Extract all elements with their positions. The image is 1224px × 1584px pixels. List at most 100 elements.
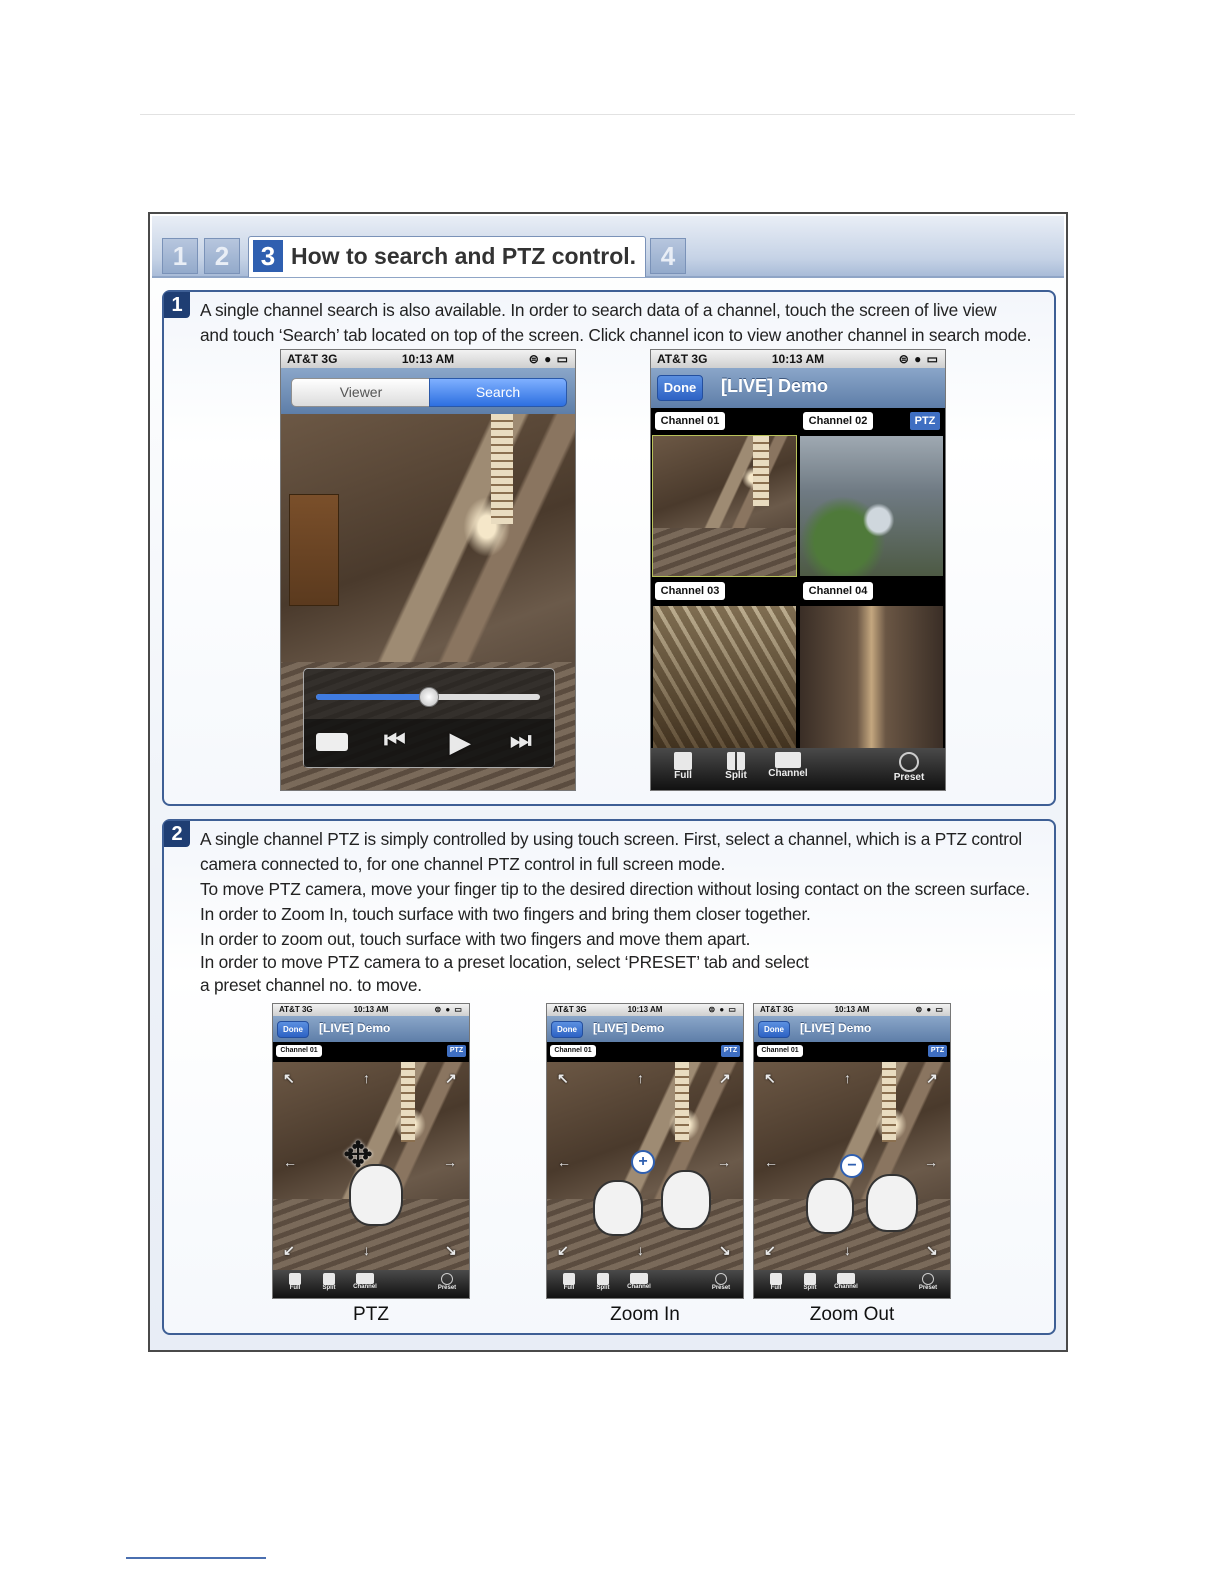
channel-button[interactable]: Channel: [351, 1273, 379, 1290]
status-bar: AT&T 3G 10:13 AM ⊜ ● ▭: [281, 350, 575, 368]
channel-camera-icon: [356, 1273, 374, 1284]
pan-down-left-arrow-icon[interactable]: ↙: [764, 1242, 776, 1259]
channel-button[interactable]: Channel: [767, 752, 809, 779]
channel-header: Channel 01 PTZ: [547, 1042, 743, 1062]
channel-04-label: Channel 04: [803, 582, 873, 600]
ptz-badge: PTZ: [928, 1045, 947, 1057]
left-finger-hand-icon: [806, 1178, 854, 1234]
timeline-knob[interactable]: [419, 687, 439, 707]
ptz-camera-view[interactable]: ↖ ↑ ↗ ← → ↙ ↓ ↘ ✥: [273, 1062, 469, 1270]
status-icons: ⊜ ● ▭: [434, 1005, 463, 1014]
step-tab-bar: 1 2 3 How to search and PTZ control. 4: [152, 216, 1064, 278]
preset-button[interactable]: Preset: [709, 1273, 733, 1291]
zoom-out-camera-view[interactable]: ↖ ↑ ↗ ← → ↙ ↓ ↘ −: [754, 1062, 950, 1270]
nav-title: [LIVE] Demo: [593, 1021, 665, 1035]
full-button[interactable]: Full: [561, 1273, 577, 1291]
section-1-line: A single channel search is also availabl…: [200, 300, 997, 320]
pan-up-left-arrow-icon[interactable]: ↖: [764, 1070, 776, 1087]
pan-up-right-arrow-icon[interactable]: ↗: [926, 1070, 938, 1087]
preset-button[interactable]: Preset: [435, 1273, 459, 1291]
full-button[interactable]: Full: [287, 1273, 303, 1291]
section-1-text: A single channel search is also availabl…: [200, 298, 1031, 349]
full-button[interactable]: Full: [671, 752, 695, 781]
preset-button[interactable]: Preset: [916, 1273, 940, 1291]
pan-down-arrow-icon[interactable]: ↓: [637, 1242, 644, 1258]
pan-down-right-arrow-icon[interactable]: ↘: [719, 1242, 731, 1259]
step-tab-3-active[interactable]: 3 How to search and PTZ control.: [248, 236, 646, 277]
search-mode-screenshot: AT&T 3G 10:13 AM ⊜ ● ▭ Viewer Search ⏮ ▶…: [280, 349, 576, 791]
status-icons: ⊜ ● ▭: [528, 352, 569, 366]
split-button[interactable]: Split: [319, 1273, 339, 1291]
section-2-line: A single channel PTZ is simply controlle…: [200, 829, 1022, 849]
timeline-slider[interactable]: [316, 687, 540, 707]
full-button[interactable]: Full: [768, 1273, 784, 1291]
channel-camera-icon[interactable]: [316, 733, 348, 751]
nav-bar: Done [LIVE] Demo: [651, 368, 945, 408]
section-2-line: a preset channel no. to move.: [200, 975, 422, 995]
channel-button[interactable]: Channel: [832, 1273, 860, 1290]
done-button[interactable]: Done: [277, 1021, 309, 1038]
full-icon: [674, 752, 692, 770]
stairs: [653, 528, 796, 576]
channel-03-label: Channel 03: [655, 582, 725, 600]
channel-04-view[interactable]: [800, 606, 943, 748]
channel-01-view[interactable]: [652, 435, 797, 577]
channel-button[interactable]: Channel: [625, 1273, 653, 1290]
rewind-icon[interactable]: ⏮: [384, 727, 406, 755]
preset-label: Preset: [437, 1285, 457, 1291]
full-label: Full: [674, 770, 692, 781]
done-button[interactable]: Done: [657, 375, 703, 401]
pan-up-right-arrow-icon[interactable]: ↗: [719, 1070, 731, 1087]
step-tab-2[interactable]: 2: [204, 238, 240, 274]
zoom-out-screenshot: AT&T 3G 10:13 AM ⊜ ● ▭ Done [LIVE] Demo …: [753, 1003, 951, 1299]
status-icons: ⊜ ● ▭: [898, 352, 939, 366]
pan-up-left-arrow-icon[interactable]: ↖: [283, 1070, 295, 1087]
pan-down-left-arrow-icon[interactable]: ↙: [283, 1242, 295, 1259]
pan-up-left-arrow-icon[interactable]: ↖: [557, 1070, 569, 1087]
preset-label: Preset: [918, 1285, 938, 1291]
pan-down-arrow-icon[interactable]: ↓: [844, 1242, 851, 1258]
nav-title: [LIVE] Demo: [319, 1021, 391, 1035]
pan-left-arrow-icon[interactable]: ←: [557, 1154, 571, 1170]
split-button[interactable]: Split: [593, 1273, 613, 1291]
play-icon[interactable]: ▶: [450, 727, 470, 758]
step-tab-1[interactable]: 1: [162, 238, 198, 274]
step-tab-4[interactable]: 4: [650, 238, 686, 274]
channel-02-view[interactable]: [800, 436, 943, 576]
split-label: Split: [596, 1285, 610, 1291]
viewer-tab[interactable]: Viewer: [291, 378, 431, 407]
preset-crosshair-icon: [899, 752, 919, 772]
pan-right-arrow-icon[interactable]: →: [924, 1154, 938, 1170]
pan-up-arrow-icon[interactable]: ↑: [637, 1070, 644, 1086]
bottom-toolbar: Full Split Channel Preset: [547, 1270, 743, 1298]
preset-label: Preset: [711, 1285, 731, 1291]
pan-down-right-arrow-icon[interactable]: ↘: [445, 1242, 457, 1259]
nav-bar: Done [LIVE] Demo: [547, 1016, 743, 1042]
channel-03-view[interactable]: [653, 606, 796, 748]
pan-right-arrow-icon[interactable]: →: [717, 1154, 731, 1170]
zoom-in-camera-view[interactable]: ↖ ↑ ↗ ← → ↙ ↓ ↘ +: [547, 1062, 743, 1270]
pan-left-arrow-icon[interactable]: ←: [283, 1154, 297, 1170]
pan-up-right-arrow-icon[interactable]: ↗: [445, 1070, 457, 1087]
pan-right-arrow-icon[interactable]: →: [443, 1154, 457, 1170]
pan-left-arrow-icon[interactable]: ←: [764, 1154, 778, 1170]
fast-forward-icon[interactable]: ⏭: [510, 727, 532, 755]
split-button[interactable]: Split: [721, 752, 751, 781]
pan-down-right-arrow-icon[interactable]: ↘: [926, 1242, 938, 1259]
step-tab-3-number: 3: [253, 240, 283, 272]
top-rule: [140, 114, 1075, 115]
pan-up-arrow-icon[interactable]: ↑: [363, 1070, 370, 1086]
preset-button[interactable]: Preset: [891, 752, 927, 783]
split-button[interactable]: Split: [800, 1273, 820, 1291]
status-icons: ⊜ ● ▭: [708, 1005, 737, 1014]
search-tab[interactable]: Search: [429, 378, 567, 407]
preset-crosshair-icon: [715, 1273, 727, 1285]
window: [882, 1062, 896, 1142]
done-button[interactable]: Done: [758, 1021, 790, 1038]
done-button[interactable]: Done: [551, 1021, 583, 1038]
pan-down-left-arrow-icon[interactable]: ↙: [557, 1242, 569, 1259]
channel-01-label: Channel 01: [655, 412, 725, 430]
pan-up-arrow-icon[interactable]: ↑: [844, 1070, 851, 1086]
pan-down-arrow-icon[interactable]: ↓: [363, 1242, 370, 1258]
preset-crosshair-icon: [441, 1273, 453, 1285]
